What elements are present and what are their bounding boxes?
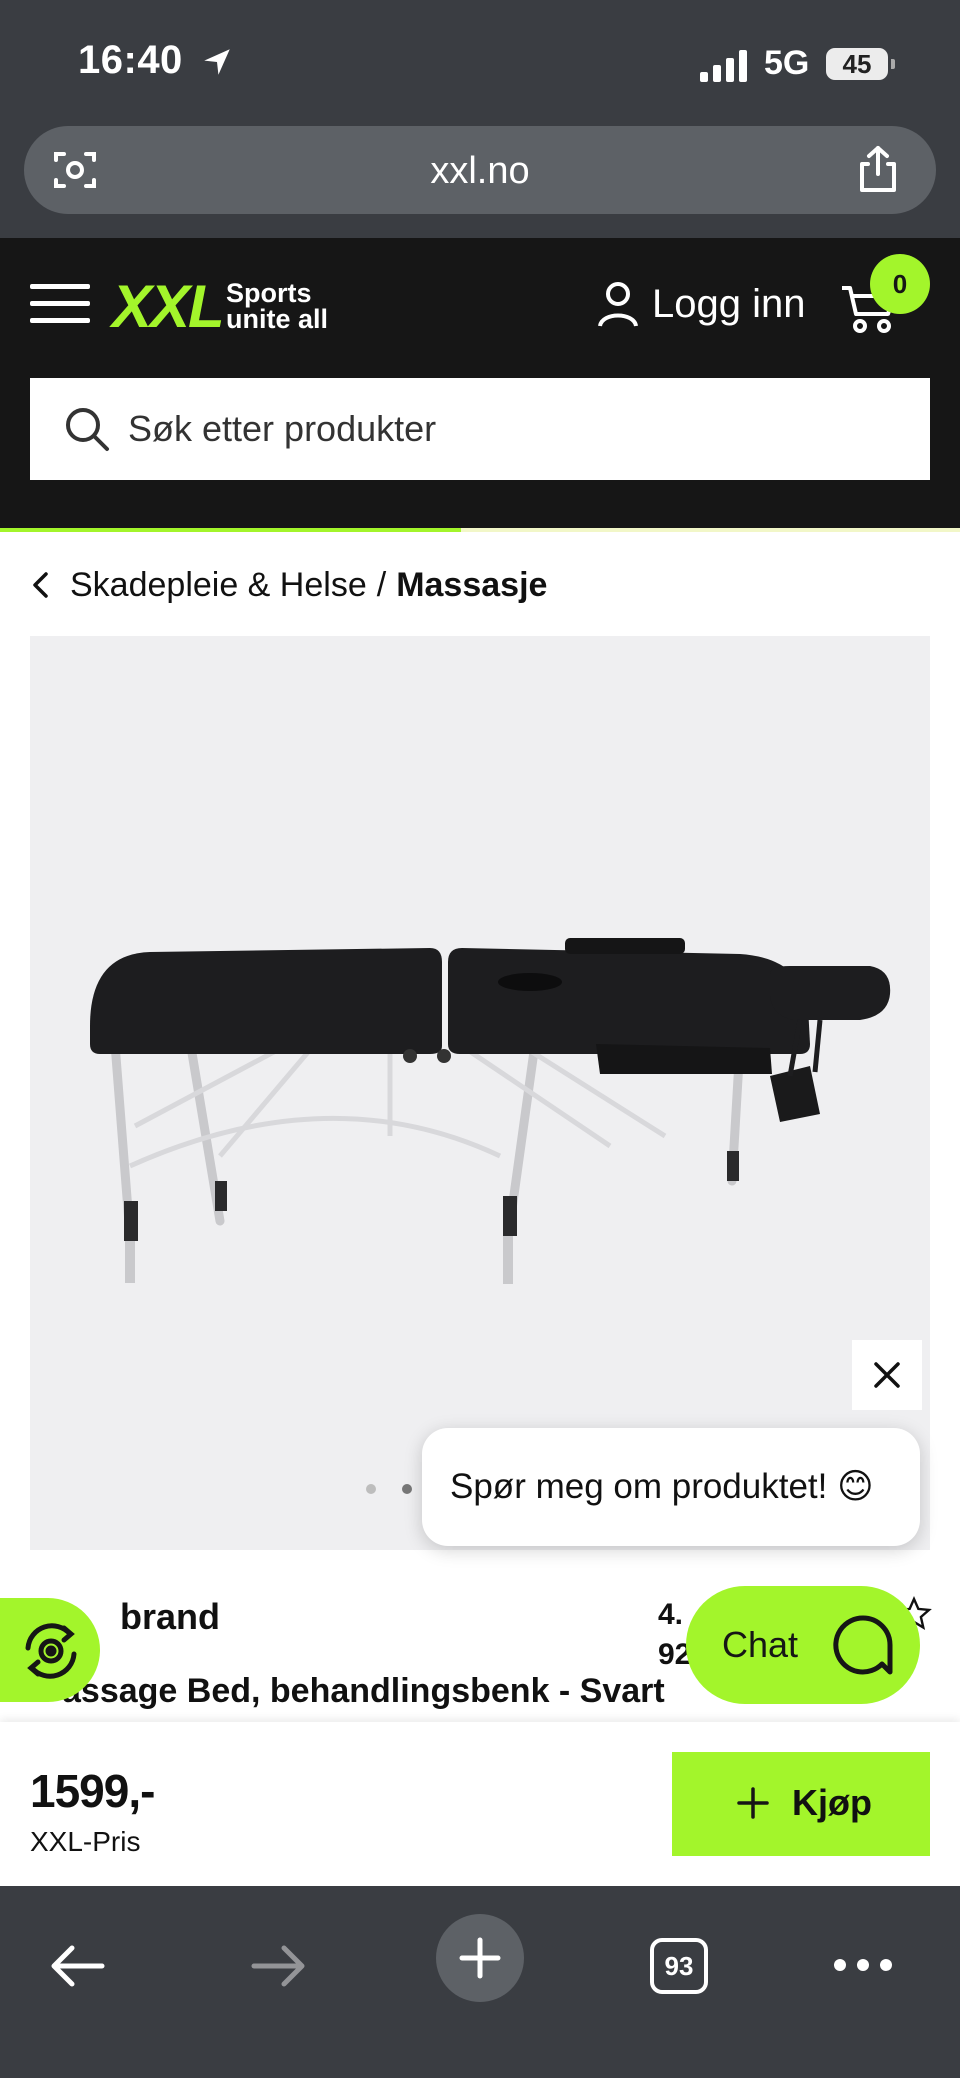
breadcrumb-parent-link[interactable]: Skadepleie & Helse xyxy=(70,566,367,605)
share-icon[interactable] xyxy=(856,144,900,194)
close-chat-prompt-button[interactable] xyxy=(852,1340,922,1410)
user-icon[interactable] xyxy=(596,280,640,328)
page-load-progress-fill xyxy=(0,528,461,532)
product-rating: 4. xyxy=(658,1598,684,1631)
close-icon xyxy=(874,1362,900,1388)
url-text: xxl.no xyxy=(430,150,530,192)
chat-prompt-bubble[interactable]: Spør meg om produktet! 😊 xyxy=(422,1428,920,1546)
product-brand[interactable]: brand xyxy=(120,1596,220,1638)
browser-address-bar: xxl.no xyxy=(0,120,960,238)
gallery-dot-active[interactable] xyxy=(402,1484,412,1494)
breadcrumb-separator: / xyxy=(376,565,387,604)
breadcrumb: Skadepleie & Helse / Massasje xyxy=(30,560,547,610)
cart-count-badge[interactable]: 0 xyxy=(870,254,930,314)
logo-wordmark: XXL xyxy=(112,273,225,340)
location-arrow-icon xyxy=(204,49,230,75)
forward-arrow-icon[interactable] xyxy=(248,1936,308,1996)
price-label: XXL-Pris xyxy=(30,1826,141,1857)
buy-button[interactable]: Kjøp xyxy=(672,1752,930,1856)
menu-icon[interactable] xyxy=(30,282,90,324)
login-link[interactable]: Logg inn xyxy=(652,282,805,327)
chevron-left-icon[interactable] xyxy=(30,570,52,600)
return-widget-button[interactable] xyxy=(0,1598,100,1702)
buy-button-label: Kjøp xyxy=(792,1782,872,1823)
search-input[interactable] xyxy=(128,378,908,480)
xxl-logo[interactable]: XXL Sports unite all xyxy=(112,272,342,340)
return-icon xyxy=(25,1623,77,1679)
more-icon[interactable] xyxy=(832,1950,894,1980)
plus-icon xyxy=(737,1787,769,1819)
browser-bottom-toolbar: 93 xyxy=(0,1886,960,2078)
search-icon xyxy=(66,408,109,451)
back-arrow-icon[interactable] xyxy=(48,1936,108,1996)
product-image-gallery[interactable] xyxy=(30,636,930,1550)
logo-tagline: Sports unite all xyxy=(226,280,329,334)
logo-tagline-line2: unite all xyxy=(226,304,329,334)
breadcrumb-current[interactable]: Massasje xyxy=(396,566,547,605)
product-image[interactable] xyxy=(30,636,930,1550)
status-time: 16:40 xyxy=(78,38,183,82)
network-label: 5G xyxy=(764,44,810,82)
new-tab-icon xyxy=(459,1937,501,1979)
search-box[interactable] xyxy=(30,378,930,480)
chat-icon xyxy=(833,1615,893,1675)
battery-indicator: 45 xyxy=(826,48,895,80)
chat-button-label: Chat xyxy=(722,1624,799,1665)
product-price: 1599,- xyxy=(30,1765,155,1817)
url-field[interactable]: xxl.no xyxy=(24,126,936,214)
status-bar: 16:40 5G 45 xyxy=(0,0,960,120)
page-load-progress xyxy=(0,528,960,532)
signal-icon xyxy=(700,50,747,82)
tab-count-button[interactable]: 93 xyxy=(650,1938,708,1994)
new-tab-button[interactable] xyxy=(436,1914,524,2002)
chat-button[interactable]: Chat xyxy=(686,1586,920,1704)
gallery-dot[interactable] xyxy=(366,1484,376,1494)
buy-bar: 1599,- XXL-Pris Kjøp xyxy=(0,1722,960,1886)
product-title: assage Bed, behandlingsbenk - Svart xyxy=(62,1672,665,1710)
site-header: XXL Sports unite all Logg inn 0 xyxy=(0,238,960,530)
